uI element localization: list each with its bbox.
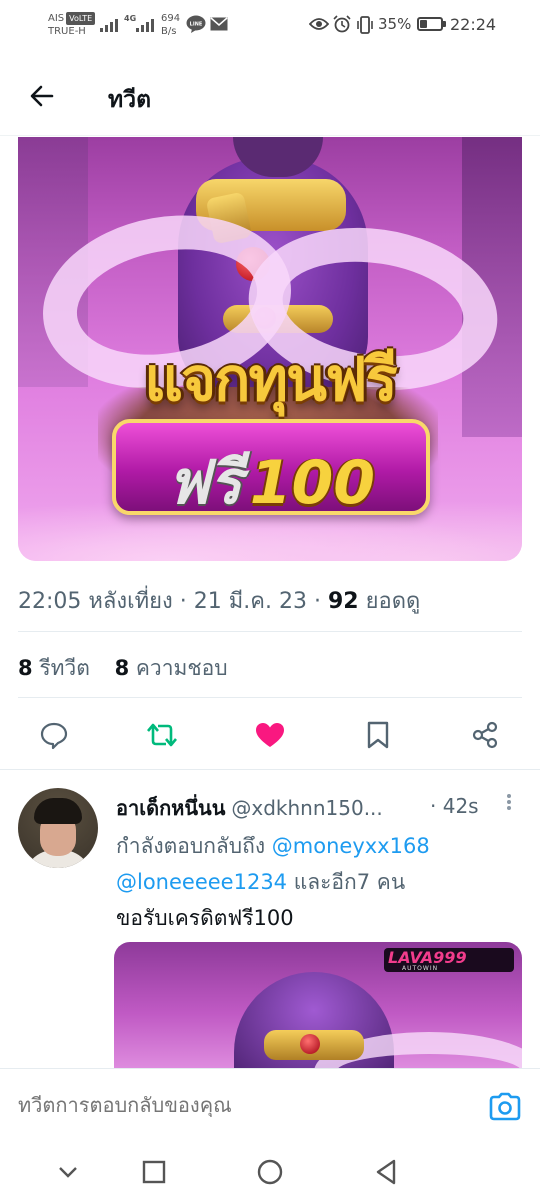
status-bar: AIS VoLTE TRUE-H 4G 694 B/s LINE 35% 22:2… <box>0 0 540 50</box>
reply-time: · 42s <box>430 794 479 818</box>
carrier-info: AIS VoLTE TRUE-H <box>48 12 96 38</box>
alarm-icon <box>333 15 351 33</box>
promo-free-label: ฟรี <box>167 448 242 518</box>
mail-icon <box>210 17 228 31</box>
carrier-name-2: TRUE-H <box>48 26 86 37</box>
network-speed: 694 B/s <box>161 12 180 38</box>
divider <box>18 697 522 698</box>
reply-author-name[interactable]: อาเด็กหนึ่นน <box>116 796 225 820</box>
recents-square-icon[interactable] <box>138 1156 170 1188</box>
views-count: 92 <box>327 589 359 614</box>
share-icon <box>472 721 498 749</box>
divider <box>18 631 522 632</box>
battery-percent: 35% <box>378 15 412 33</box>
bookmark-icon <box>367 721 389 749</box>
reply-media-image[interactable]: LAVA999 AUTOWIN <box>114 942 522 1072</box>
promo-pill-text: ฟรี 100 <box>116 435 426 530</box>
speed-value: 694 <box>161 13 181 24</box>
battery-level <box>420 20 427 28</box>
media-headline: แจกทุนฟรี <box>144 345 397 415</box>
meta-separator-2: · <box>313 589 321 614</box>
mention-link-2[interactable]: @loneeeee1234 <box>116 870 287 894</box>
tweet-stats: 8 รีทวีต 8 ความชอบ <box>18 652 246 685</box>
views-label: ยอดดู <box>365 589 421 614</box>
tweet-time: 22:05 หลังเที่ยง <box>18 589 173 614</box>
brand-logo-sub: AUTOWIN <box>402 965 439 972</box>
likes-count: 8 <box>114 656 130 680</box>
reply-text: ขอรับเครดิตฟรี100 <box>116 906 294 930</box>
reply-input[interactable] <box>18 1093 458 1117</box>
camera-icon[interactable] <box>487 1089 523 1125</box>
status-clock: 22:24 <box>450 15 497 34</box>
volte-badge: VoLTE <box>66 12 96 25</box>
carrier-name: AIS <box>48 13 65 24</box>
vibrate-icon <box>357 16 373 34</box>
tweet-header: ทวีต <box>0 50 540 136</box>
retweet-button[interactable] <box>142 712 182 758</box>
media-promo-pill: ฟรี 100 <box>112 419 430 518</box>
avatar[interactable] <box>18 788 98 868</box>
chevron-down-icon[interactable] <box>52 1156 84 1188</box>
line-icon-label: LINE <box>190 22 203 28</box>
reply-button[interactable] <box>34 712 74 758</box>
reply-author-handle: @xdkhnn150... <box>231 796 383 820</box>
share-button[interactable] <box>465 712 505 758</box>
retweets-stat[interactable]: 8 รีทวีต <box>18 656 90 680</box>
battery-icon <box>417 17 446 31</box>
brand-logo: LAVA999 AUTOWIN <box>384 948 514 972</box>
signal-icon-2 <box>136 16 154 32</box>
meta-separator: · <box>179 589 187 614</box>
ruby-gem <box>300 1034 320 1054</box>
bookmark-button[interactable] <box>358 712 398 758</box>
system-nav-bar <box>0 1144 540 1200</box>
tweet-media-image[interactable]: แจกทุนฟรี ฟรี 100 <box>18 137 522 561</box>
likes-label: ความชอบ <box>135 656 228 680</box>
likes-stat[interactable]: 8 ความชอบ <box>115 656 228 680</box>
mention-link[interactable]: @moneyxx168 <box>272 834 430 858</box>
retweets-label: รีทวีต <box>39 656 90 680</box>
line-app-icon: LINE <box>186 15 206 33</box>
home-circle-icon[interactable] <box>254 1156 286 1188</box>
reply-compose-bar <box>0 1068 540 1144</box>
replying-suffix: และอีก7 คน <box>293 870 406 894</box>
back-triangle-icon[interactable] <box>370 1156 402 1188</box>
more-options-icon[interactable] <box>503 792 515 816</box>
replying-prefix: กำลังตอบกลับถึง <box>116 834 266 858</box>
speed-unit: B/s <box>161 26 177 37</box>
network-type: 4G <box>124 14 137 23</box>
retweets-count: 8 <box>18 656 33 680</box>
promo-amount: 100 <box>249 448 375 518</box>
tweet-date: 21 มี.ค. 23 <box>193 589 307 614</box>
like-button[interactable] <box>250 712 290 758</box>
heart-icon <box>256 723 284 747</box>
comment-icon <box>40 722 68 750</box>
tweet-actions-bar <box>0 712 540 762</box>
page-title: ทวีต <box>108 87 152 113</box>
tweet-timestamp-line: 22:05 หลังเที่ยง · 21 มี.ค. 23 · 92 ยอดด… <box>18 583 420 618</box>
eye-icon <box>309 18 329 30</box>
signal-icon <box>100 16 118 32</box>
replying-to: กำลังตอบกลับถึง @moneyxx168 @loneeeee123… <box>116 828 516 900</box>
reply-tweet[interactable]: อาเด็กหนึ่นน @xdkhnn150... · 42s กำลังตอบ… <box>0 770 540 1072</box>
retweet-icon <box>147 723 177 747</box>
back-arrow-icon[interactable] <box>26 80 58 112</box>
